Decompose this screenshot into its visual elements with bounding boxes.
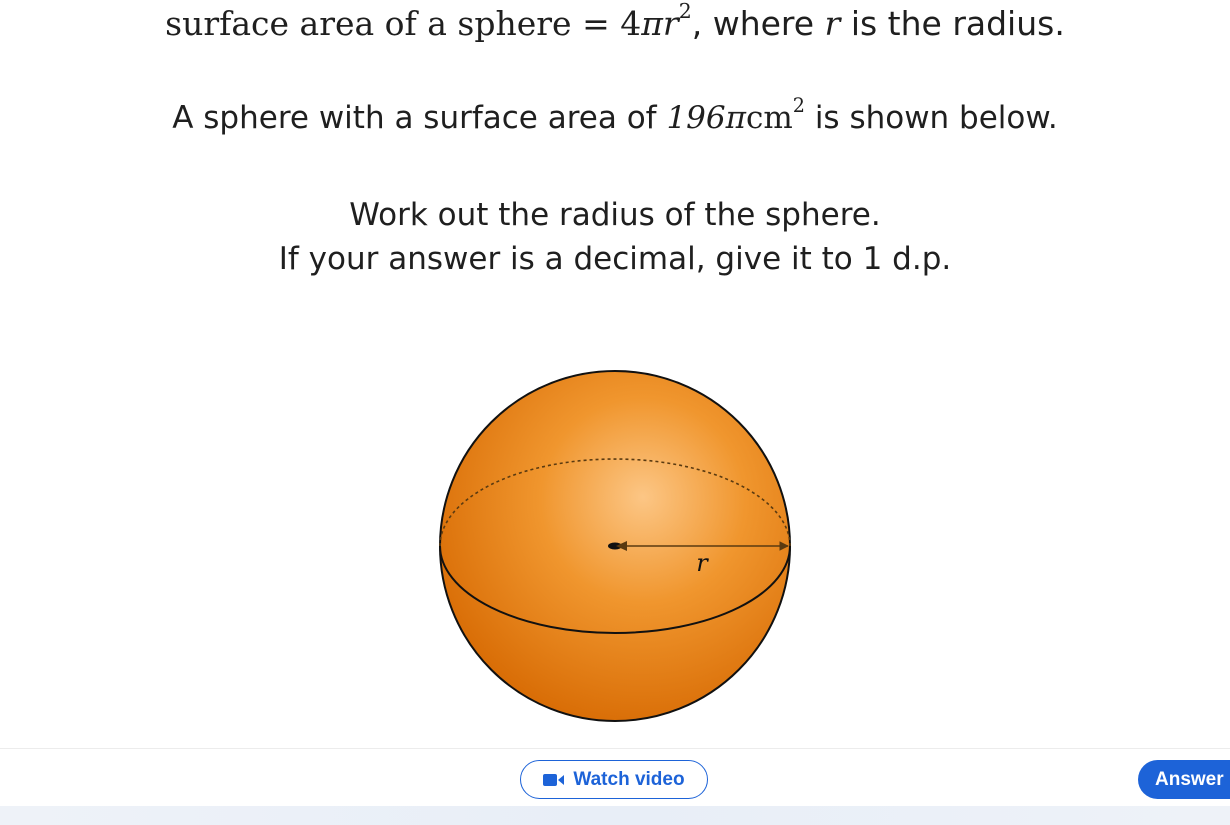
watch-video-button[interactable]: Watch video [520,760,708,799]
question-line-formula: surface area of a sphere = 4πr2, where r… [0,1,1230,43]
bottom-panel-edge [0,806,1230,825]
watch-video-label: Watch video [573,768,685,790]
formula-text: surface area of a sphere [165,4,572,43]
formula-suffix-a: , where [691,4,825,43]
action-divider [0,748,1230,749]
formula-suffix-b: is the radius. [840,4,1065,43]
sphere-diagram: r [439,370,791,722]
video-camera-icon [543,773,565,786]
surface-area-value: 196π [666,100,746,136]
question-precision-note: If your answer is a decimal, give it to … [278,241,952,277]
given-prefix: A sphere with a surface area of [172,100,667,136]
surface-area-unit: cm [745,100,793,136]
answer-label: Answer [1155,768,1224,790]
formula-pi: π [641,4,663,43]
unit-exponent: 2 [792,93,805,117]
formula-exponent: 2 [678,0,692,23]
answer-button[interactable]: Answer [1138,760,1230,799]
equals-sign: = [582,4,610,43]
radius-variable: r [824,4,841,43]
formula-coefficient: 4 [620,4,642,43]
question-instruction: Work out the radius of the sphere. [349,197,881,233]
given-suffix: is shown below. [804,100,1058,136]
formula-variable: r [662,4,679,43]
radius-label: r [696,549,709,577]
question-line-given: A sphere with a surface area of 196πcm2 … [0,96,1230,136]
